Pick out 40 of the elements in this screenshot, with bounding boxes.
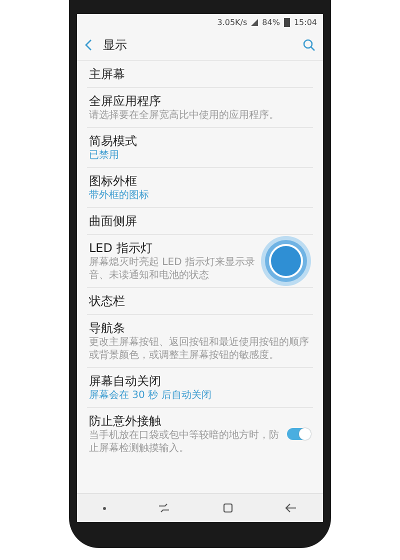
item-summary: 屏幕熄灭时亮起 LED 指示灯来显示录音、未读通知和电池的状态 bbox=[89, 256, 256, 282]
settings-item[interactable]: 状态栏 bbox=[87, 288, 313, 315]
settings-item[interactable]: 防止意外接触 当手机放在口袋或包中等较暗的地方时，防止屏幕检测触摸输入。 bbox=[87, 408, 313, 460]
item-title: 防止意外接触 bbox=[89, 413, 162, 429]
dot-icon bbox=[103, 506, 106, 510]
settings-item[interactable]: 主屏幕 bbox=[87, 61, 313, 88]
item-summary: 当手机放在口袋或包中等较暗的地方时，防止屏幕检测触摸输入。 bbox=[89, 429, 280, 455]
settings-item[interactable]: 全屏应用程序 请选择要在全屏宽高比中使用的应用程序。 bbox=[87, 88, 313, 128]
battery-level: 84% bbox=[262, 18, 280, 26]
back-icon[interactable] bbox=[85, 39, 93, 51]
settings-item[interactable]: 导航条 更改主屏幕按钮、返回按钮和最近使用按钮的顺序或背景颜色，或调整主屏幕按钮的敏感度。 bbox=[87, 315, 313, 368]
network-speed: 3.05K/s bbox=[217, 18, 248, 26]
item-summary: 屏幕会在 30 秒 后自动关闭 bbox=[89, 389, 212, 402]
item-title: 状态栏 bbox=[89, 293, 126, 309]
search-icon[interactable] bbox=[303, 39, 315, 51]
item-title: 主屏幕 bbox=[89, 66, 126, 82]
item-title: 简易模式 bbox=[89, 133, 138, 149]
battery-icon bbox=[284, 18, 290, 26]
back-arrow-icon[interactable] bbox=[284, 503, 297, 513]
home-icon[interactable] bbox=[222, 503, 233, 513]
item-title: 屏幕自动关闭 bbox=[89, 373, 162, 389]
settings-item[interactable]: 图标外框 带外框的图标 bbox=[87, 168, 313, 208]
page-title: 显示 bbox=[103, 36, 128, 54]
clock: 15:04 bbox=[294, 18, 317, 26]
toggle-switch[interactable] bbox=[287, 428, 311, 440]
item-title: 图标外框 bbox=[89, 173, 138, 189]
recents-icon[interactable] bbox=[158, 503, 170, 513]
item-summary: 请选择要在全屏宽高比中使用的应用程序。 bbox=[89, 109, 280, 122]
settings-item[interactable]: LED 指示灯 屏幕熄灭时亮起 LED 指示灯来显示录音、未读通知和电池的状态 bbox=[87, 235, 313, 288]
item-title: LED 指示灯 bbox=[89, 240, 154, 256]
settings-item[interactable]: 简易模式 已禁用 bbox=[87, 128, 313, 168]
item-summary: 已禁用 bbox=[89, 149, 120, 162]
item-title: 导航条 bbox=[89, 320, 126, 336]
item-title: 曲面侧屏 bbox=[89, 213, 138, 229]
item-summary: 带外框的图标 bbox=[89, 189, 150, 202]
item-title: 全屏应用程序 bbox=[89, 93, 162, 109]
signal-icon bbox=[251, 18, 258, 26]
settings-item[interactable]: 曲面侧屏 bbox=[87, 208, 313, 235]
settings-item[interactable]: 屏幕自动关闭 屏幕会在 30 秒 后自动关闭 bbox=[87, 368, 313, 408]
item-summary: 更改主屏幕按钮、返回按钮和最近使用按钮的顺序或背景颜色，或调整主屏幕按钮的敏感度。 bbox=[89, 336, 310, 362]
